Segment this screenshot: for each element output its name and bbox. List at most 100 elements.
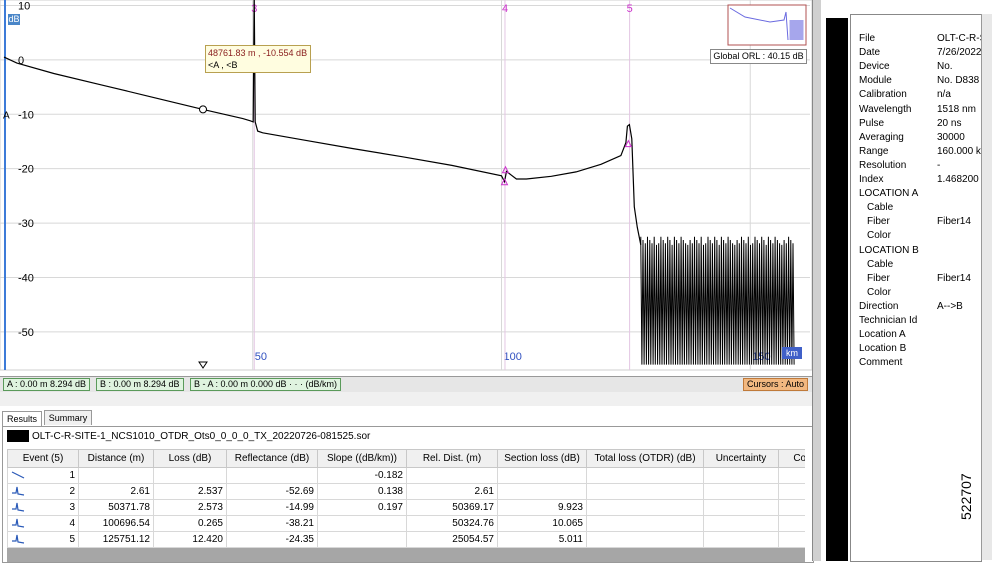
table-cell: 50371.78 [78, 499, 154, 516]
trace-list-strip [826, 18, 848, 561]
info-label: Cable [867, 202, 894, 214]
info-label: LOCATION B [859, 244, 919, 256]
table-cell [586, 467, 704, 484]
table-cell: 0.197 [317, 499, 407, 516]
table-cell [317, 531, 407, 548]
table-cell [406, 467, 498, 484]
y-tick-label: -10 [18, 109, 34, 121]
info-value: Fiber14 [937, 216, 971, 228]
table-cell [497, 467, 587, 484]
column-header[interactable]: Reflectance (dB) [226, 449, 318, 468]
column-header[interactable]: Total loss (OTDR) (dB) [586, 449, 704, 468]
table-cell: 5 [7, 531, 79, 548]
y-tick-label: 10 [18, 0, 30, 12]
otdr-trace-chart[interactable]: 10 0 -10 -20 -30 -40 -50 50 100 150 3 4 5 A dB km Glo… [0, 0, 812, 376]
table-cell: 50324.76 [406, 515, 498, 532]
table-cell [586, 499, 704, 516]
results-panel: OLT-C-R-SITE-1_NCS1010_OTDR_Ots0_0_0_0_T… [2, 426, 814, 563]
figure-number: 522707 [958, 473, 974, 520]
table-row[interactable]: 3 50371.78 2.573 -14.99 0.197 50369.17 9.923 [7, 499, 805, 516]
table-header-row: Event (5) Distance (m) Loss (dB) Reflectanc… [7, 449, 805, 468]
x-tick-label: 50 [255, 351, 267, 363]
info-value: 30000 [937, 131, 965, 143]
cursor-ba-readout[interactable]: B - A : 0.00 m 0.000 dB · · · (dB/km) [190, 378, 342, 391]
tooltip-cursors: <A , <B [208, 60, 238, 70]
y-tick-label: -40 [18, 273, 34, 285]
info-label: Module [859, 75, 892, 87]
table-cell: 0.265 [153, 515, 227, 532]
info-label: Location B [859, 343, 907, 355]
tab-summary[interactable]: Summary [43, 410, 93, 425]
results-tabs: Results Summary [2, 410, 93, 426]
table-row[interactable]: 5 125751.12 12.420 -24.35 25054.57 5.011 [7, 531, 805, 548]
table-cell: -38.21 [226, 515, 318, 532]
events-grid: Event (5) Distance (m) Loss (dB) Reflectanc… [7, 449, 805, 562]
table-cell [153, 467, 227, 484]
event-number: 2 [69, 486, 75, 497]
panel-divider [0, 392, 818, 406]
cursors-auto-toggle[interactable]: Cursors : Auto [742, 378, 808, 391]
info-label: Fiber [867, 216, 890, 228]
info-value: n/a [937, 89, 951, 101]
table-cell: 10.065 [497, 515, 587, 532]
splitter[interactable] [812, 0, 821, 561]
fiber-section-icon [11, 471, 25, 479]
info-value: Fiber14 [937, 272, 971, 284]
info-label: Color [867, 230, 891, 242]
info-value: No. D838 [937, 75, 980, 87]
reflective-event-icon [12, 503, 25, 512]
info-label: Fiber [867, 272, 890, 284]
cursor-a-readout[interactable]: A : 0.00 m 8.294 dB [3, 378, 91, 391]
table-cell [703, 531, 779, 548]
info-value: 1518 nm [937, 103, 976, 115]
global-orl-box: Global ORL : 40.15 dB [710, 49, 807, 64]
info-label: Calibration [859, 89, 907, 101]
cursor-b-readout[interactable]: B : 0.00 m 8.294 dB [96, 378, 184, 391]
noise-floor-trace [640, 236, 795, 365]
table-row[interactable]: 4 100696.54 0.265 -38.21 50324.76 10.065 [7, 515, 805, 532]
column-header[interactable]: Loss (dB) [153, 449, 227, 468]
table-cell: 2.61 [78, 483, 154, 500]
trace-file-row[interactable]: OLT-C-R-SITE-1_NCS1010_OTDR_Ots0_0_0_0_T… [7, 430, 370, 444]
column-header[interactable]: Event (5) [7, 449, 79, 468]
table-cell: 2.537 [153, 483, 227, 500]
table-cell: 2 [7, 483, 79, 500]
event-marker-label: 5 [627, 3, 633, 15]
info-scrollbar[interactable] [981, 14, 992, 560]
table-cell: 3 [7, 499, 79, 516]
info-label: Cable [867, 258, 894, 270]
info-value: 7/26/2022 [937, 47, 982, 59]
table-cell: 2.573 [153, 499, 227, 516]
table-cell: 9.923 [497, 499, 587, 516]
table-cell: 0.138 [317, 483, 407, 500]
table-cell [703, 499, 779, 516]
event-number: 5 [69, 534, 75, 545]
cursor-marker-circle [199, 105, 207, 114]
column-header[interactable]: Section loss (dB) [497, 449, 587, 468]
table-row[interactable]: 2 2.61 2.537 -52.69 0.138 2.61 [7, 483, 805, 500]
table-cell [778, 515, 805, 532]
table-cell [778, 499, 805, 516]
column-header[interactable]: Comment [778, 449, 805, 468]
trace-svg[interactable]: 100-10-20-30-40-5050 100 1503 4 5A [0, 0, 812, 376]
column-header[interactable]: Uncertainty [703, 449, 779, 468]
info-label: Technician Id [859, 315, 918, 326]
table-cell [703, 483, 779, 500]
table-cell: 50369.17 [406, 499, 498, 516]
column-header[interactable]: Slope ((dB/km)) [317, 449, 407, 468]
info-label: Wavelength [859, 103, 912, 115]
table-row[interactable]: 1 -0.182 [7, 467, 805, 484]
info-value: OLT-C-R-S [937, 33, 982, 44]
tab-results[interactable]: Results [2, 411, 43, 426]
y-tick-label: -20 [18, 164, 34, 176]
event-number: 3 [69, 502, 75, 513]
reflective-event-icon [12, 487, 25, 496]
table-cell [78, 467, 154, 484]
table-cell [586, 483, 704, 500]
column-header[interactable]: Distance (m) [78, 449, 154, 468]
info-label: Range [859, 145, 889, 157]
table-cell: 25054.57 [406, 531, 498, 548]
info-value: No. [937, 61, 953, 73]
column-header[interactable]: Rel. Dist. (m) [406, 449, 498, 468]
info-value: 20 ns [937, 117, 962, 129]
